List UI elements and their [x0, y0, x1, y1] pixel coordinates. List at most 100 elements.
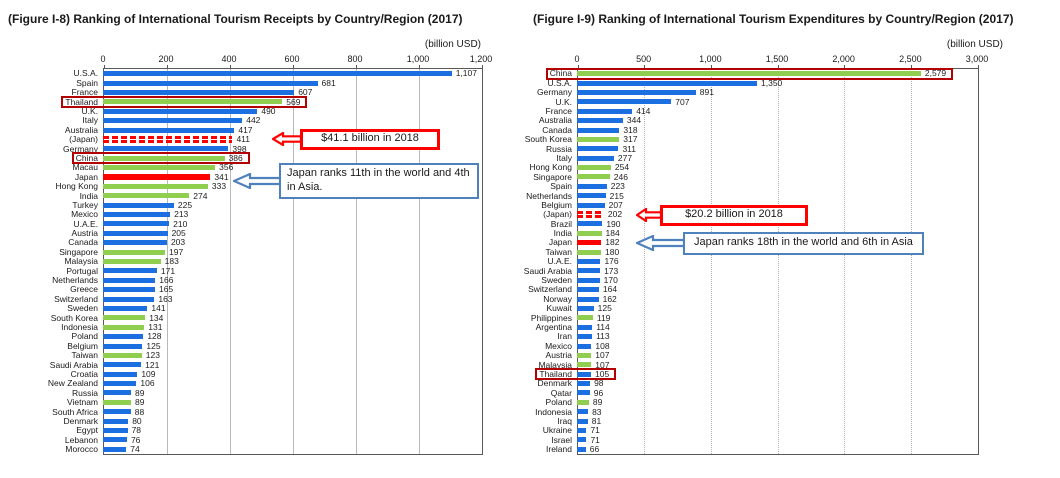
- value-label: 681: [322, 79, 336, 88]
- bar-cell: 171: [103, 267, 481, 276]
- bar-cell: 183: [103, 257, 481, 266]
- axis-tick-label: 1,500: [766, 54, 789, 64]
- bar: [577, 306, 594, 311]
- left-arrow-icon: [272, 132, 302, 146]
- chart-row: Mexico108: [505, 341, 977, 350]
- country-label: Portugal: [8, 267, 103, 276]
- bar: [103, 90, 294, 95]
- value-label: 108: [595, 342, 609, 351]
- value-label: 398: [232, 145, 246, 154]
- value-label: 98: [594, 379, 603, 388]
- axis-tick-label: 200: [158, 54, 173, 64]
- annotation-japan-rank-expenditures: Japan ranks 18th in the world and 6th in…: [636, 231, 924, 255]
- country-label: Spain: [8, 79, 103, 88]
- annotation-japan-rank-receipts: Japan ranks 11th in the world and 4th in…: [233, 163, 479, 199]
- bar-cell: 134: [103, 314, 481, 323]
- country-label: Egypt: [8, 426, 103, 435]
- value-label: 89: [135, 389, 144, 398]
- axis-tick-mark: [482, 65, 483, 69]
- bar: [103, 156, 225, 161]
- value-label: 83: [592, 408, 601, 417]
- bar-cell: 89: [577, 398, 977, 407]
- value-label: 128: [147, 332, 161, 341]
- chart-row: U.K.490: [8, 107, 481, 116]
- value-label: 89: [593, 398, 602, 407]
- value-label: 96: [594, 389, 603, 398]
- country-label: Italy: [505, 154, 577, 163]
- bar: [577, 372, 591, 377]
- axis-tick-label: 2,500: [899, 54, 922, 64]
- value-label: 71: [590, 436, 599, 445]
- bar-cell: 114: [577, 323, 977, 332]
- country-label: (Japan): [505, 210, 577, 219]
- axis-tick-label: 1,200: [470, 54, 493, 64]
- bar-cell: 213: [103, 210, 481, 219]
- value-label: 66: [590, 445, 599, 454]
- value-label: 105: [595, 370, 609, 379]
- country-label: Mexico: [8, 210, 103, 219]
- value-label: 213: [174, 210, 188, 219]
- country-label: India: [505, 229, 577, 238]
- value-label: 113: [596, 332, 610, 341]
- bar: [577, 211, 604, 218]
- bar: [577, 362, 591, 367]
- bar: [577, 146, 618, 151]
- value-label: 171: [161, 267, 175, 276]
- bar: [577, 297, 599, 302]
- country-label: U.A.E.: [505, 257, 577, 266]
- bar-cell: 317: [577, 135, 977, 144]
- bar-cell: 165: [103, 285, 481, 294]
- bar-cell: 246: [577, 173, 977, 182]
- chart-row: Netherlands215: [505, 191, 977, 200]
- country-label: Morocco: [8, 445, 103, 454]
- country-label: Switzerland: [505, 285, 577, 294]
- bar-cell: 80: [103, 417, 481, 426]
- chart-row: Singapore246: [505, 172, 977, 181]
- bar: [577, 193, 606, 198]
- bar: [577, 344, 591, 349]
- country-label: Germany: [8, 145, 103, 154]
- value-label: 76: [131, 436, 140, 445]
- bar: [103, 174, 210, 180]
- value-label: 184: [606, 229, 620, 238]
- bar: [103, 128, 234, 133]
- bar: [577, 409, 588, 414]
- chart-row: Argentina114: [505, 323, 977, 332]
- country-label: Germany: [505, 88, 577, 97]
- bar: [577, 231, 602, 236]
- chart-row: Malaysia107: [505, 360, 977, 369]
- value-label: 114: [596, 323, 610, 332]
- bar: [103, 325, 144, 330]
- bar: [577, 90, 696, 95]
- country-label: Austria: [8, 229, 103, 238]
- value-label: 125: [598, 304, 612, 313]
- bar: [577, 128, 619, 133]
- bar: [103, 231, 168, 236]
- country-label: South Korea: [8, 314, 103, 323]
- value-label: 490: [261, 107, 275, 116]
- chart-row: Hong Kong254: [505, 163, 977, 172]
- value-label: 417: [238, 126, 252, 135]
- chart-row: Sweden170: [505, 276, 977, 285]
- annotation-text: Japan ranks 18th in the world and 6th in…: [683, 232, 924, 255]
- axis-tick-mark: [978, 65, 979, 69]
- value-label: 333: [212, 182, 226, 191]
- chart-row: Indonesia 83: [505, 407, 977, 416]
- country-label: Indonesia: [505, 408, 577, 417]
- country-label: Qatar: [505, 389, 577, 398]
- bar-cell: 83: [577, 408, 977, 417]
- bar-cell: 203: [103, 238, 481, 247]
- bar-cell: 141: [103, 304, 481, 313]
- chart-row: Saudi Arabia173: [505, 266, 977, 275]
- bar-cell: 386: [103, 154, 481, 163]
- value-label: 1,107: [456, 69, 477, 78]
- bar: [577, 250, 601, 255]
- bar: [577, 240, 601, 246]
- country-label: U.S.A.: [505, 79, 577, 88]
- bar-cell: 96: [577, 389, 977, 398]
- bar-cell: 71: [577, 436, 977, 445]
- chart-row: Morocco74: [8, 445, 481, 454]
- bar: [103, 240, 167, 245]
- country-label: China: [8, 154, 103, 163]
- value-label: 119: [597, 314, 611, 323]
